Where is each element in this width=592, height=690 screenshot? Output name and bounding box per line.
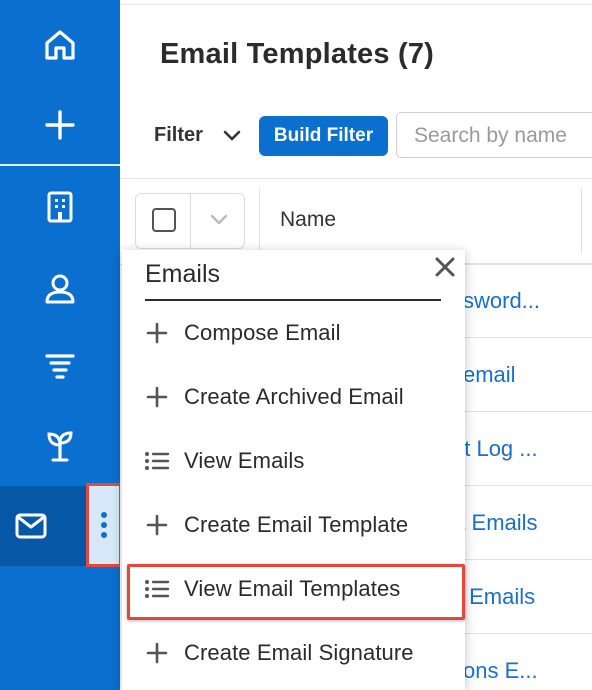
- menu-item-label: Create Email Template: [184, 512, 409, 537]
- close-icon[interactable]: [432, 254, 458, 280]
- row-divider: [460, 633, 592, 634]
- menu-item-compose-email[interactable]: Compose Email: [144, 313, 464, 353]
- mail-icon: [15, 513, 47, 539]
- sidebar-nav: [0, 0, 120, 690]
- chevron-down-icon[interactable]: [208, 212, 230, 228]
- more-options-button[interactable]: [86, 483, 122, 567]
- sidebar-item-home[interactable]: [0, 6, 120, 84]
- menu-item-create-email-signature[interactable]: Create Email Signature: [144, 633, 464, 673]
- home-icon: [45, 30, 75, 60]
- menu-item-label: Create Archived Email: [184, 384, 404, 409]
- menu-item-label: Compose Email: [184, 320, 341, 345]
- select-all-divider: [190, 193, 191, 249]
- sidebar-item-opportunities[interactable]: [0, 406, 120, 484]
- row-divider: [460, 337, 592, 338]
- sidebar-item-contacts[interactable]: [0, 250, 120, 328]
- menu-title: Emails: [145, 260, 221, 288]
- chevron-down-icon[interactable]: [222, 128, 242, 144]
- sidebar-item-leads[interactable]: [0, 328, 120, 406]
- row-divider: [460, 559, 592, 560]
- menu-item-label: View Emails: [184, 448, 305, 473]
- column-divider: [259, 188, 260, 254]
- build-filter-button[interactable]: Build Filter: [259, 116, 388, 156]
- select-all-checkbox[interactable]: [152, 208, 176, 232]
- sprout-icon: [47, 431, 73, 462]
- top-border: [120, 0, 592, 5]
- building-icon: [47, 191, 73, 223]
- table-row-link[interactable]: ssword...: [452, 288, 540, 314]
- page-title: Email Templates (7): [160, 38, 435, 70]
- plus-icon: [144, 384, 170, 410]
- column-divider: [581, 188, 582, 254]
- row-divider: [460, 411, 592, 412]
- filter-dropdown-label[interactable]: Filter: [154, 124, 203, 147]
- plus-icon: [144, 512, 170, 538]
- plus-icon: [144, 640, 170, 666]
- sidebar-item-accounts[interactable]: [0, 168, 120, 246]
- row-divider: [460, 263, 592, 264]
- menu-item-create-email-template[interactable]: Create Email Template: [144, 505, 464, 545]
- kebab-icon: [101, 512, 107, 538]
- funnel-icon: [45, 354, 75, 379]
- menu-item-view-emails[interactable]: View Emails: [144, 441, 464, 481]
- row-divider: [460, 485, 592, 486]
- plus-icon: [144, 320, 170, 346]
- list-icon: [144, 448, 170, 474]
- plus-icon: [45, 110, 75, 140]
- sidebar-divider: [0, 164, 120, 166]
- menu-item-label: Create Email Signature: [184, 640, 414, 665]
- column-header-name[interactable]: Name: [280, 208, 336, 232]
- contact-icon: [45, 274, 75, 304]
- sidebar-item-quick-create[interactable]: [0, 86, 120, 164]
- search-placeholder: Search by name: [414, 124, 567, 147]
- highlight-view-email-templates: [127, 564, 465, 620]
- menu-title-underline: [145, 299, 441, 301]
- menu-item-create-archived-email[interactable]: Create Archived Email: [144, 377, 464, 417]
